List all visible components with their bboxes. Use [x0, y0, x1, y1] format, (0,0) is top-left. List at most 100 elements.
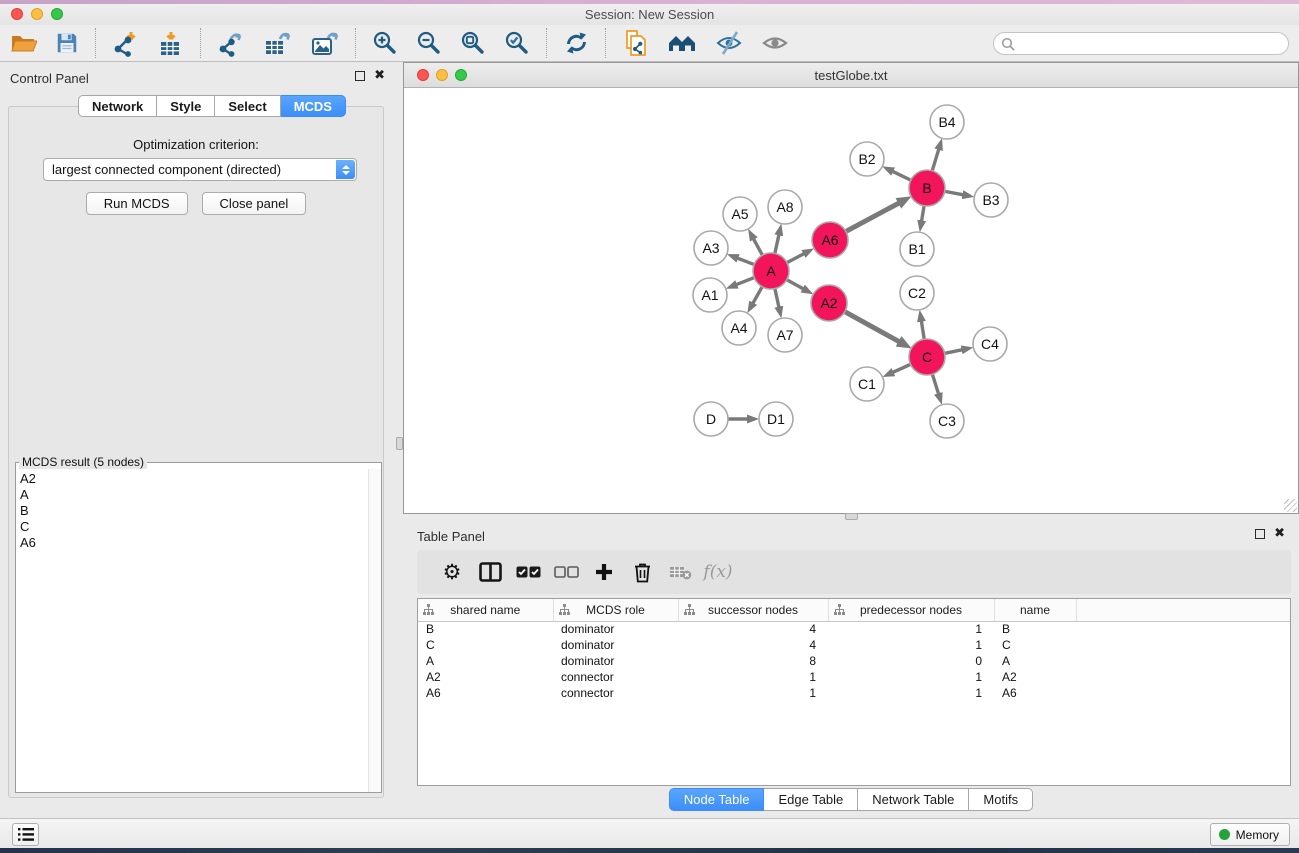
- result-item[interactable]: C: [20, 519, 381, 535]
- horizontal-splitter-handle[interactable]: [845, 513, 858, 520]
- tab-node-table[interactable]: Node Table: [669, 788, 765, 811]
- graph-edge-A-A5[interactable]: [753, 238, 763, 256]
- graph-edge-A-A8[interactable]: [775, 234, 779, 255]
- tab-mcds[interactable]: MCDS: [281, 95, 346, 117]
- cell-predecessor-nodes[interactable]: 1: [828, 621, 994, 637]
- window-titlebar[interactable]: Session: New Session: [0, 4, 1299, 25]
- cell-shared-name[interactable]: B: [418, 621, 553, 637]
- export-network-button[interactable]: [208, 26, 254, 60]
- show-graphics-details-button[interactable]: [752, 26, 798, 60]
- graph-edge-B-B4[interactable]: [932, 148, 939, 171]
- export-image-button[interactable]: [301, 26, 348, 60]
- tab-select[interactable]: Select: [215, 95, 280, 117]
- cell-predecessor-nodes[interactable]: 1: [828, 637, 994, 653]
- mcds-result-list[interactable]: A2ABCA6: [16, 469, 381, 792]
- export-table-button[interactable]: [254, 26, 301, 60]
- search-box[interactable]: [993, 32, 1289, 55]
- cell-successor-nodes[interactable]: 1: [678, 685, 828, 701]
- graph-node-C[interactable]: C: [909, 339, 945, 375]
- column-header-shared-name[interactable]: shared name: [418, 599, 553, 621]
- graph-edge-B-B2[interactable]: [892, 171, 912, 181]
- import-network-button[interactable]: [103, 26, 148, 60]
- cell-name[interactable]: A: [994, 653, 1076, 669]
- graph-edge-A-A1[interactable]: [736, 277, 756, 285]
- graph-node-A6[interactable]: A6: [812, 222, 848, 258]
- table-row[interactable]: A6connector11A6: [418, 685, 1290, 701]
- graph-node-B1[interactable]: B1: [900, 232, 934, 266]
- import-table-button[interactable]: [148, 26, 193, 60]
- cell-mcds-role[interactable]: connector: [553, 669, 678, 685]
- table-settings-button[interactable]: ⚙: [433, 553, 471, 591]
- graph-node-C3[interactable]: C3: [930, 404, 964, 438]
- network-canvas[interactable]: A5A8A3A1A4A7AA6A2B2B4BB3B1C2C4CC1C3DD1: [404, 89, 1298, 513]
- column-header-predecessor-nodes[interactable]: predecessor nodes: [828, 599, 994, 621]
- memory-button[interactable]: Memory: [1210, 823, 1290, 846]
- graph-node-A2[interactable]: A2: [811, 285, 847, 321]
- new-network-from-selection-button[interactable]: [613, 26, 658, 60]
- unselect-all-checkboxes-button[interactable]: [547, 553, 585, 591]
- refresh-button[interactable]: [554, 26, 598, 60]
- cell-shared-name[interactable]: A6: [418, 685, 553, 701]
- cell-mcds-role[interactable]: connector: [553, 685, 678, 701]
- column-header-mcds-role[interactable]: MCDS role: [553, 599, 678, 621]
- result-list-scrollbar[interactable]: [368, 469, 381, 792]
- cell-name[interactable]: A6: [994, 685, 1076, 701]
- graph-edge-C-C2[interactable]: [921, 320, 924, 340]
- cell-successor-nodes[interactable]: 4: [678, 621, 828, 637]
- search-input[interactable]: [1020, 35, 1288, 53]
- cell-successor-nodes[interactable]: 8: [678, 653, 828, 669]
- graph-edge-A-A4[interactable]: [752, 286, 762, 304]
- task-history-button[interactable]: [12, 823, 39, 846]
- table-row[interactable]: A2connector11A2: [418, 669, 1290, 685]
- cell-mcds-role[interactable]: dominator: [553, 653, 678, 669]
- cell-predecessor-nodes[interactable]: 1: [828, 669, 994, 685]
- resize-grip-icon[interactable]: [1284, 499, 1297, 512]
- graph-edge-A-A7[interactable]: [775, 288, 779, 309]
- add-column-button[interactable]: [585, 553, 623, 591]
- result-item[interactable]: A2: [20, 471, 381, 487]
- graph-node-A1[interactable]: A1: [693, 278, 727, 312]
- cell-successor-nodes[interactable]: 1: [678, 669, 828, 685]
- cell-name[interactable]: C: [994, 637, 1076, 653]
- cell-mcds-role[interactable]: dominator: [553, 621, 678, 637]
- graph-edge-A-A3[interactable]: [737, 258, 755, 265]
- column-header-name[interactable]: name: [994, 599, 1076, 621]
- network-window-titlebar[interactable]: testGlobe.txt: [404, 63, 1298, 88]
- graph-node-B[interactable]: B: [909, 170, 945, 206]
- close-panel-icon[interactable]: ✖: [374, 70, 385, 82]
- criterion-select[interactable]: largest connected component (directed): [43, 158, 357, 181]
- close-panel-button[interactable]: Close panel: [202, 192, 307, 215]
- function-builder-button[interactable]: f(x): [699, 553, 737, 591]
- home-panel-button[interactable]: [658, 26, 706, 60]
- table-row[interactable]: Bdominator41B: [418, 621, 1290, 637]
- graph-node-A[interactable]: A: [753, 253, 789, 289]
- graph-edge-C-C4[interactable]: [944, 350, 963, 354]
- select-all-checkboxes-button[interactable]: [509, 553, 547, 591]
- float-panel-icon[interactable]: [1255, 529, 1265, 539]
- table-row[interactable]: Adominator80A: [418, 653, 1290, 669]
- graph-node-B2[interactable]: B2: [850, 142, 884, 176]
- cell-predecessor-nodes[interactable]: 0: [828, 653, 994, 669]
- cell-shared-name[interactable]: A2: [418, 669, 553, 685]
- column-header-successor-nodes[interactable]: successor nodes: [678, 599, 828, 621]
- open-session-button[interactable]: [0, 26, 46, 60]
- tab-edge-table[interactable]: Edge Table: [764, 788, 858, 811]
- graph-node-A8[interactable]: A8: [768, 190, 802, 224]
- graph-node-A4[interactable]: A4: [722, 311, 756, 345]
- close-panel-icon[interactable]: ✖: [1274, 528, 1285, 540]
- graph-node-C2[interactable]: C2: [900, 276, 934, 310]
- vertical-splitter-handle[interactable]: [396, 437, 403, 450]
- graph-edge-A6-B[interactable]: [845, 203, 900, 232]
- cell-successor-nodes[interactable]: 4: [678, 637, 828, 653]
- run-mcds-button[interactable]: Run MCDS: [86, 192, 188, 215]
- cell-shared-name[interactable]: A: [418, 653, 553, 669]
- graph-node-B3[interactable]: B3: [974, 183, 1008, 217]
- tab-network[interactable]: Network: [78, 95, 157, 117]
- graph-node-A7[interactable]: A7: [768, 318, 802, 352]
- graph-edge-A-A2[interactable]: [786, 279, 804, 289]
- graph-edge-B-B1[interactable]: [921, 205, 924, 222]
- graph-edge-C-C3[interactable]: [932, 373, 939, 395]
- graph-edge-A2-C[interactable]: [844, 311, 900, 342]
- tab-motifs[interactable]: Motifs: [969, 788, 1033, 811]
- tab-style[interactable]: Style: [157, 95, 215, 117]
